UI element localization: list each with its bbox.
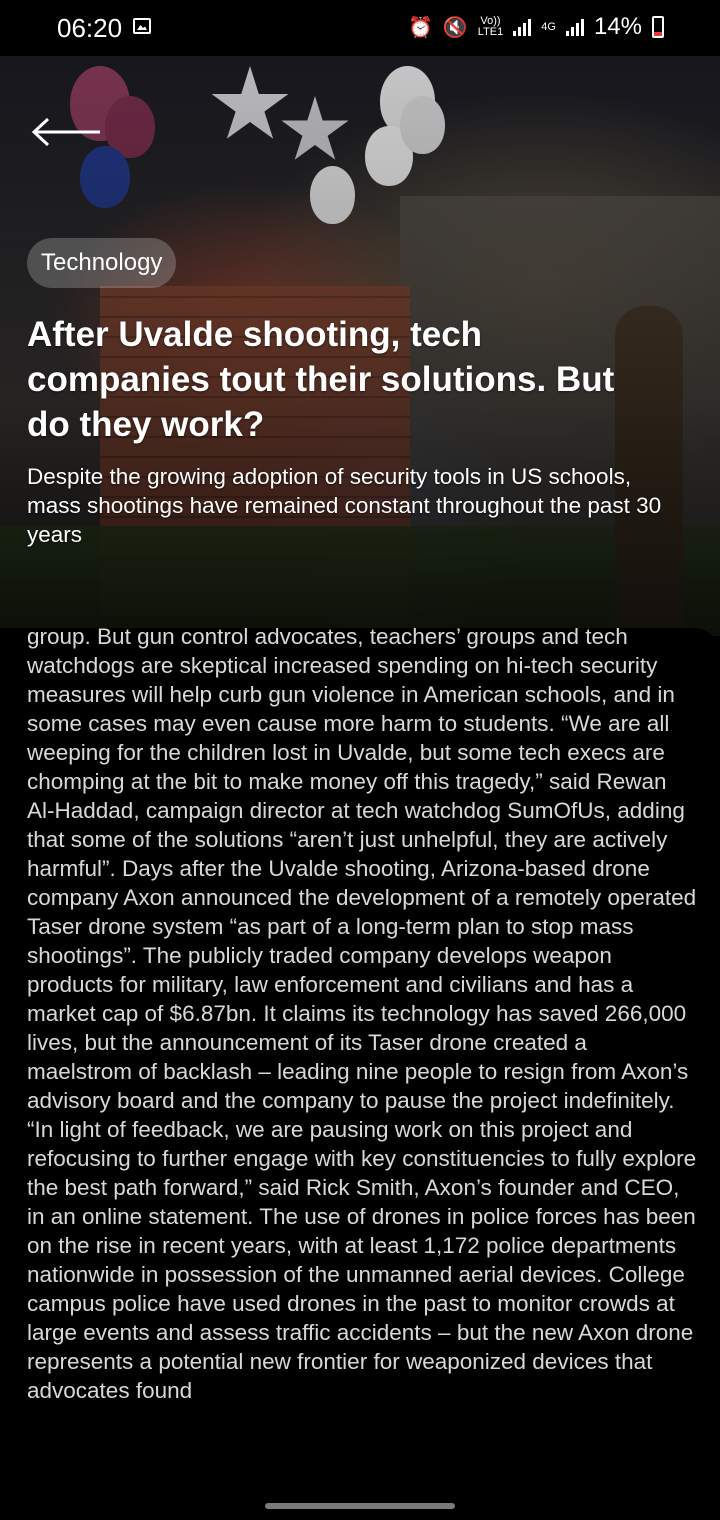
back-button[interactable] (30, 116, 106, 150)
mute-icon: 🔇 (442, 16, 468, 39)
status-bar: 06:20 ⏰ 🔇 Vo)) LTE1 4G 14% (0, 0, 720, 56)
alarm-icon: ⏰ (407, 16, 433, 39)
status-time: 06:20 (57, 13, 123, 43)
category-chip[interactable]: Technology (27, 238, 177, 288)
hero-image: Technology After Uvalde shooting, tech c… (0, 56, 720, 636)
home-indicator[interactable] (265, 1503, 455, 1509)
gallery-icon (133, 18, 151, 34)
article-title: After Uvalde shooting, tech companies to… (27, 315, 615, 444)
signal-icon-2 (565, 18, 584, 36)
lte-label: LTE1 (477, 26, 504, 38)
network-gen-label: 4G (541, 20, 556, 33)
article-body: group. But gun control advocates, teache… (27, 628, 697, 1403)
volte-indicator: Vo)) LTE1 (478, 16, 503, 38)
battery-percent: 14% (593, 13, 642, 40)
battery-icon (652, 16, 664, 38)
status-icons: ⏰ 🔇 Vo)) LTE1 4G 14% (408, 13, 664, 41)
article-subtitle: Despite the growing adoption of security… (27, 464, 662, 547)
signal-icon (513, 18, 532, 36)
article-body-container[interactable]: group. But gun control advocates, teache… (0, 628, 720, 1520)
back-arrow-icon (31, 117, 100, 147)
